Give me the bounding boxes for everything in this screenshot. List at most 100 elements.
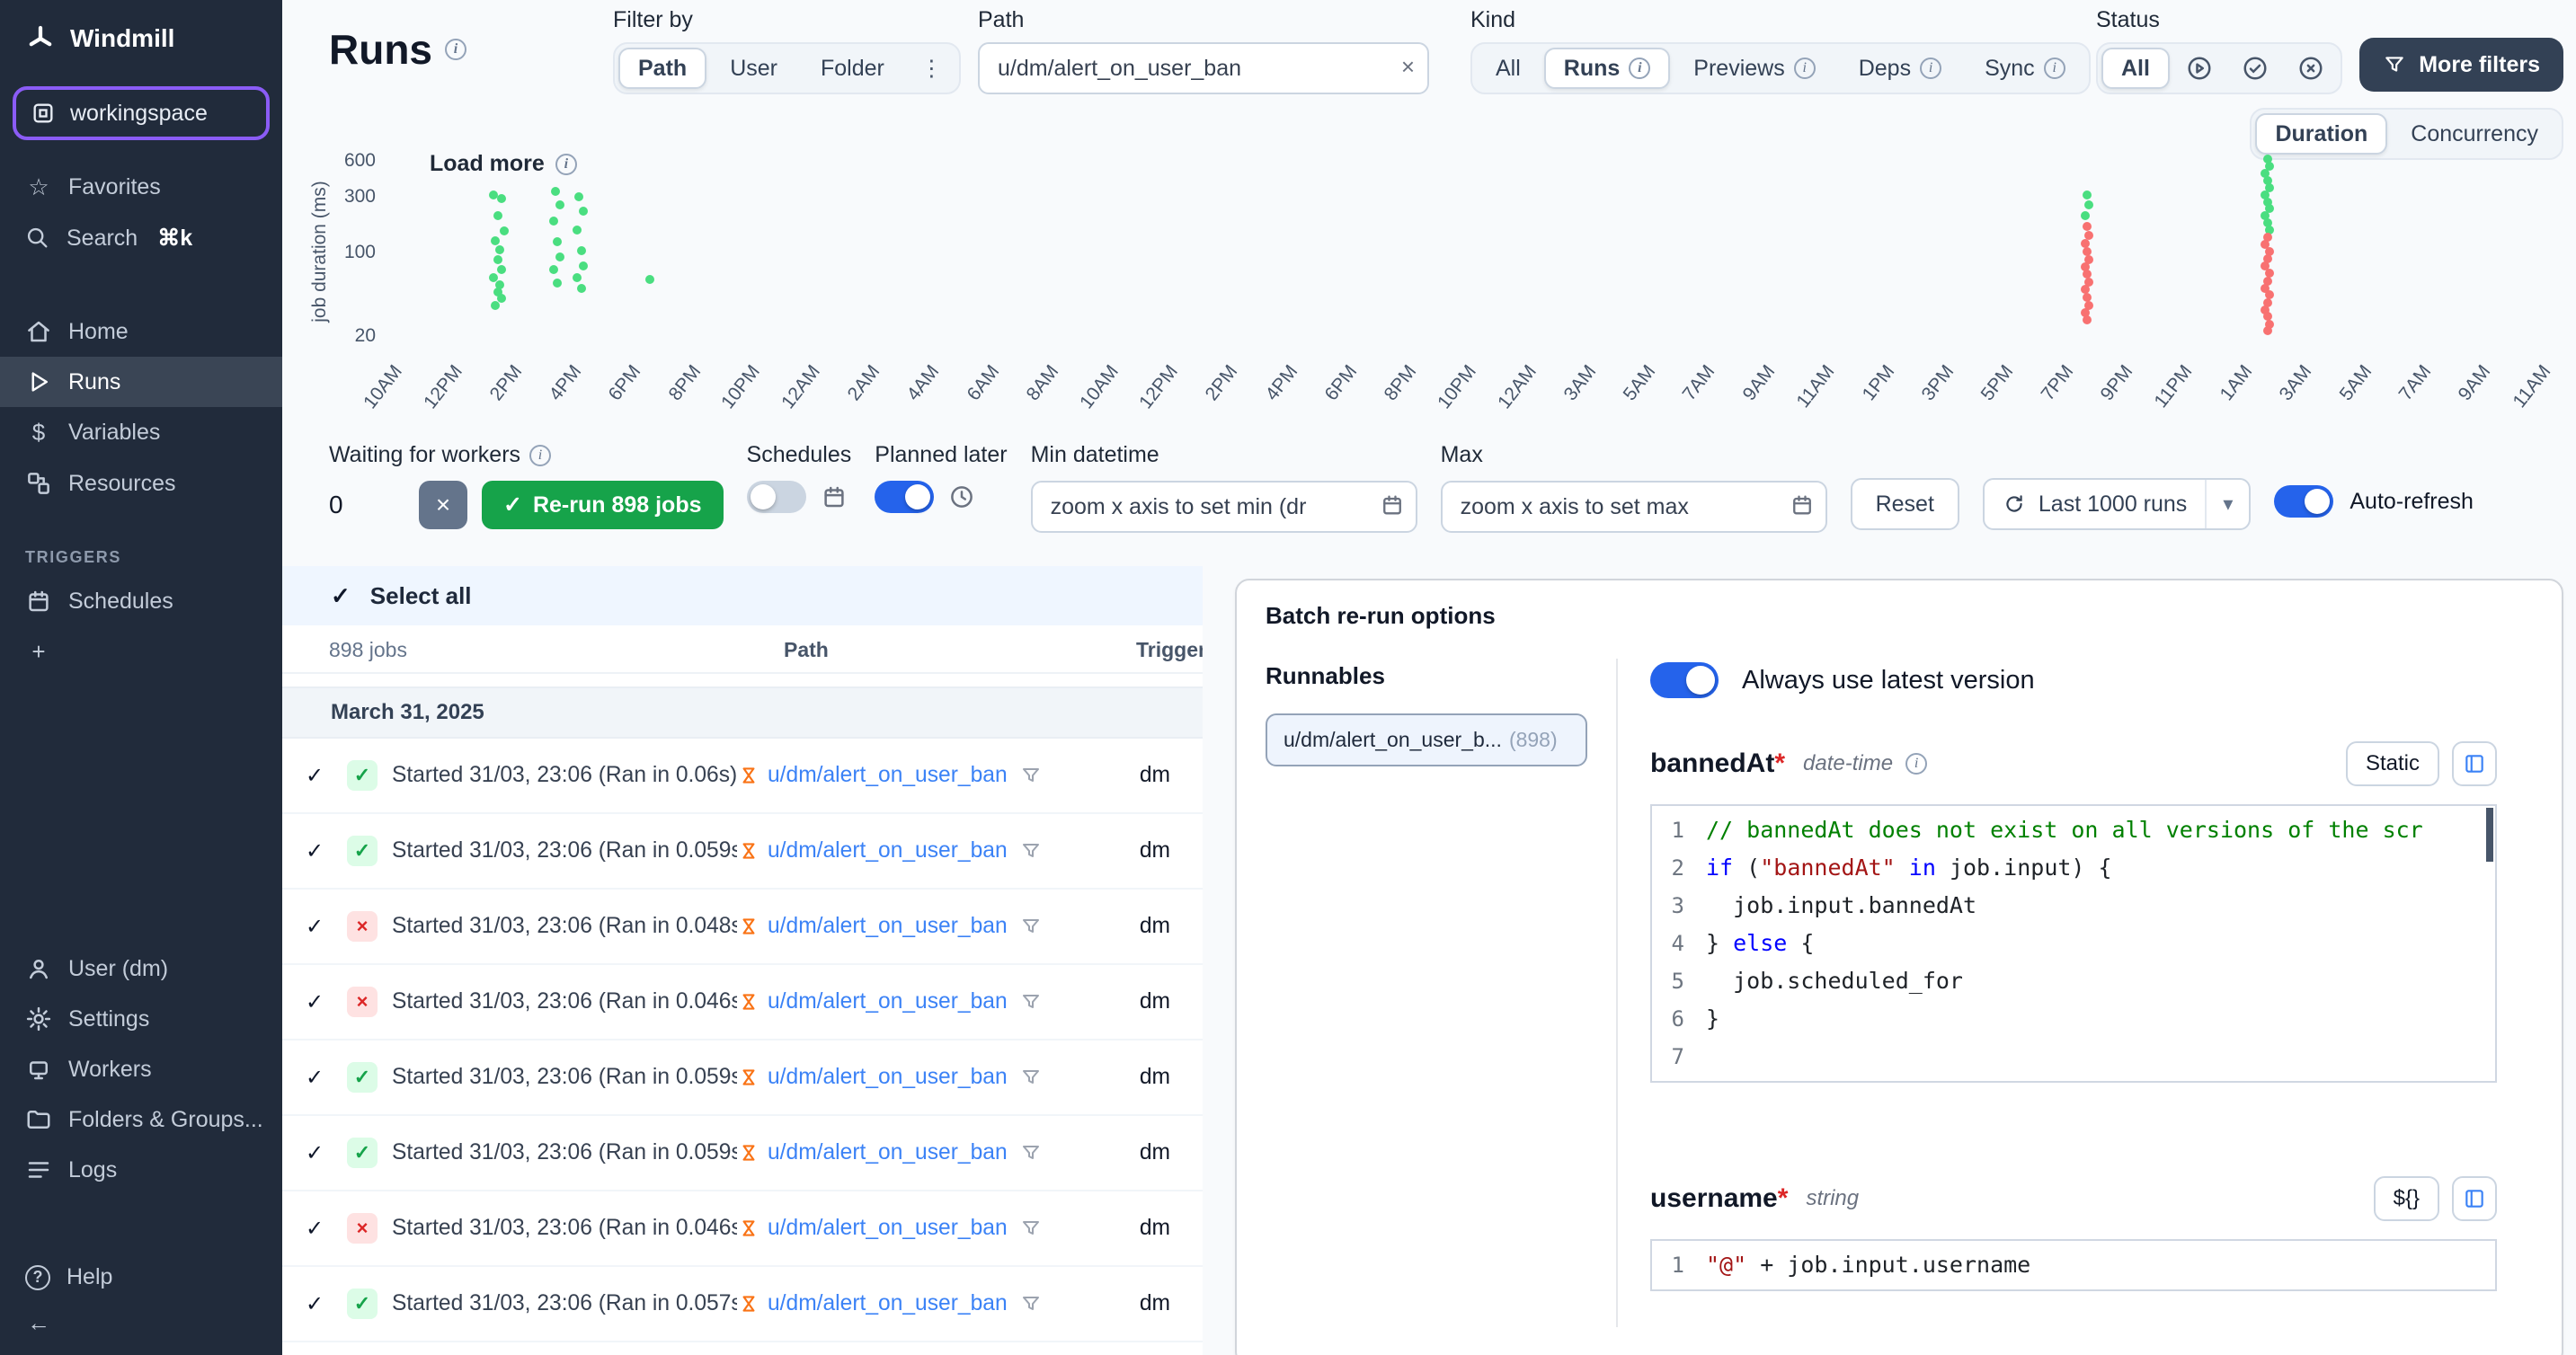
sidebar-collapse-button[interactable]: ← [0, 1302, 282, 1355]
row-checkbox[interactable]: ✓ [306, 1140, 333, 1166]
kind-option-runs[interactable]: Runsi [1544, 48, 1671, 89]
rerun-jobs-button[interactable]: ✓ Re-run 898 jobs [482, 481, 724, 529]
sidebar-item-schedules[interactable]: Schedules [0, 576, 282, 626]
filter-option-path[interactable]: Path [618, 48, 706, 89]
sidebar-item-favorites[interactable]: ☆ Favorites [0, 162, 282, 213]
x-axis-tick: 7AM [2395, 361, 2437, 405]
tab-concurrency[interactable]: Concurrency [2391, 113, 2558, 155]
path-filter-input[interactable] [978, 42, 1429, 94]
editor-scrollbar[interactable] [2486, 808, 2493, 862]
row-checkbox[interactable]: ✓ [306, 1065, 333, 1091]
row-checkbox[interactable]: ✓ [306, 1216, 333, 1242]
row-checkbox[interactable]: ✓ [306, 763, 333, 789]
status-option-running[interactable] [2173, 48, 2225, 89]
calendar-icon[interactable] [1790, 492, 1815, 525]
sidebar-item-user[interactable]: User (dm) [0, 943, 282, 994]
funnel-icon[interactable] [1020, 991, 1042, 1013]
auto-refresh-toggle[interactable] [2274, 485, 2333, 518]
x-axis-tick: 8AM [1023, 361, 1064, 405]
tab-duration[interactable]: Duration [2255, 113, 2387, 155]
user-icon [25, 955, 52, 982]
run-row[interactable]: ✓ ✓ Started 31/03, 23:06 (Ran in 0.057s)… [282, 1267, 1203, 1342]
sidebar-item-search[interactable]: Search ⌘k [0, 213, 282, 263]
reset-button[interactable]: Reset [1851, 478, 1959, 530]
status-option-failure[interactable] [2285, 48, 2337, 89]
funnel-icon[interactable] [1020, 916, 1042, 937]
filter-more-menu-button[interactable]: ⋮ [908, 48, 955, 89]
run-path-link[interactable]: u/dm/alert_on_user_ban [768, 838, 1008, 863]
run-path-link[interactable]: u/dm/alert_on_user_ban [768, 1140, 1008, 1165]
latest-version-toggle[interactable] [1650, 662, 1719, 698]
last-runs-button[interactable]: Last 1000 runs [1985, 492, 2205, 518]
kind-option-deps[interactable]: Depsi [1839, 48, 1961, 89]
scatter-plot[interactable]: 6003001002010AM12PM2PM4PM6PM8PM10PM12AM2… [390, 153, 2538, 350]
sidebar-add-trigger-button[interactable]: + [0, 626, 282, 678]
input-mode-button[interactable]: Static [2346, 741, 2439, 786]
line-number: 4 [1652, 925, 1706, 962]
sidebar-item-resources[interactable]: Resources [0, 458, 282, 509]
run-path-link[interactable]: u/dm/alert_on_user_ban [768, 989, 1008, 1014]
run-path-link[interactable]: u/dm/alert_on_user_ban [768, 1291, 1008, 1316]
select-all-row[interactable]: ✓ Select all [282, 566, 1203, 625]
app-logo[interactable]: Windmill [0, 0, 282, 72]
planned-later-toggle[interactable] [875, 481, 934, 513]
status-option-all[interactable]: All [2101, 48, 2170, 89]
code-editor[interactable]: 1// bannedAt does not exist on all versi… [1650, 804, 2497, 1083]
runnable-item[interactable]: u/dm/alert_on_user_b... (898) [1266, 713, 1587, 766]
workspace-selector[interactable]: workingspace [13, 86, 270, 140]
run-triggered-by: dm [1140, 763, 1170, 788]
more-filters-button[interactable]: More filters [2359, 38, 2563, 92]
funnel-icon[interactable] [1020, 1293, 1042, 1315]
scatter-point [497, 265, 506, 274]
run-row[interactable]: ✓ ✓ Started 31/03, 23:06 (Ran in 0.059s)… [282, 1041, 1203, 1116]
clear-selection-button[interactable]: × [419, 481, 467, 529]
input-mode-button[interactable]: ${} [2374, 1176, 2439, 1221]
last-runs-dropdown: Last 1000 runs ▾ [1983, 478, 2251, 530]
kind-option-previews[interactable]: Previewsi [1674, 48, 1834, 89]
funnel-icon[interactable] [1020, 1218, 1042, 1239]
run-row[interactable]: ✓ ✓ Started 31/03, 23:06 (Ran in 0.059s)… [282, 814, 1203, 890]
funnel-icon[interactable] [1020, 1142, 1042, 1164]
run-path-link[interactable]: u/dm/alert_on_user_ban [768, 914, 1008, 939]
filter-option-user[interactable]: User [710, 48, 797, 89]
sidebar-item-help[interactable]: ? Help [0, 1253, 282, 1302]
funnel-icon[interactable] [1020, 840, 1042, 862]
row-checkbox[interactable]: ✓ [306, 1291, 333, 1317]
scatter-point [493, 255, 502, 264]
sidebar-item-workers[interactable]: Workers [0, 1044, 282, 1094]
run-row[interactable]: ✓ × Started 31/03, 23:06 (Ran in 0.046s)… [282, 965, 1203, 1041]
calendar-icon[interactable] [1380, 492, 1405, 525]
sidebar-item-logs[interactable]: Logs [0, 1145, 282, 1195]
schedules-toggle[interactable] [747, 481, 806, 513]
kind-option-all[interactable]: All [1476, 48, 1541, 89]
funnel-icon[interactable] [1020, 1067, 1042, 1088]
row-checkbox[interactable]: ✓ [306, 838, 333, 864]
windmill-logo-icon [25, 23, 56, 54]
status-option-success[interactable] [2229, 48, 2281, 89]
code-editor[interactable]: 1"@" + job.input.username [1650, 1239, 2497, 1291]
run-row[interactable]: ✓ × Started 31/03, 23:06 (Ran in 0.046s)… [282, 1191, 1203, 1267]
editor-toggle-icon[interactable] [2452, 1176, 2497, 1221]
filter-option-folder[interactable]: Folder [801, 48, 904, 89]
run-path-link[interactable]: u/dm/alert_on_user_ban [768, 1216, 1008, 1241]
sidebar-item-settings[interactable]: Settings [0, 994, 282, 1044]
run-row[interactable]: ✓ ✓ Started 31/03, 23:06 (Ran in 0.059s)… [282, 1116, 1203, 1191]
run-path-link[interactable]: u/dm/alert_on_user_ban [768, 763, 1008, 788]
info-icon[interactable]: i [445, 39, 466, 60]
chevron-down-icon[interactable]: ▾ [2207, 492, 2249, 516]
clear-path-icon[interactable]: × [1401, 55, 1415, 78]
run-path-link[interactable]: u/dm/alert_on_user_ban [768, 1065, 1008, 1090]
sidebar-item-folders-groups[interactable]: Folders & Groups... [0, 1094, 282, 1145]
run-row[interactable]: ✓ × Started 31/03, 23:06 (Ran in 0.048s)… [282, 890, 1203, 965]
kind-option-sync[interactable]: Synci [1965, 48, 2085, 89]
sidebar-item-variables[interactable]: $ Variables [0, 407, 282, 458]
funnel-icon[interactable] [1020, 765, 1042, 786]
min-datetime-input[interactable] [1031, 481, 1417, 533]
run-row[interactable]: ✓ ✓ Started 31/03, 23:06 (Ran in 0.06s) … [282, 739, 1203, 814]
row-checkbox[interactable]: ✓ [306, 989, 333, 1015]
row-checkbox[interactable]: ✓ [306, 914, 333, 940]
editor-toggle-icon[interactable] [2452, 741, 2497, 786]
max-datetime-input[interactable] [1441, 481, 1827, 533]
sidebar-item-home[interactable]: Home [0, 306, 282, 357]
sidebar-item-runs[interactable]: Runs [0, 357, 282, 407]
